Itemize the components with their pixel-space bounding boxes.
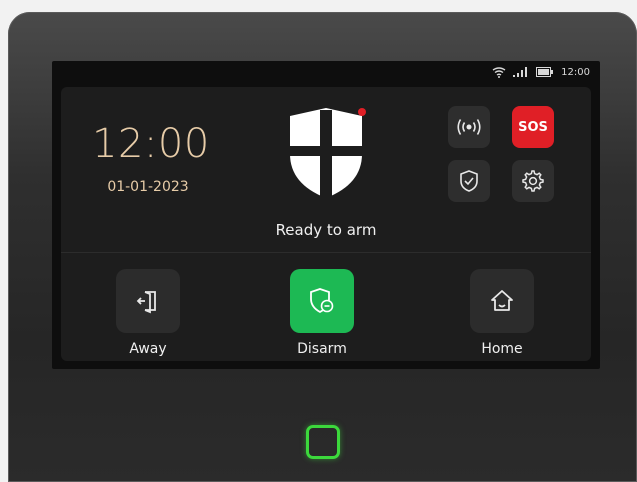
disarm-mode-button[interactable] <box>290 269 354 333</box>
status-time: 12:00 <box>561 66 590 78</box>
sos-button[interactable]: SOS <box>512 106 554 148</box>
wireless-button[interactable] <box>448 106 490 148</box>
settings-button[interactable] <box>512 160 554 202</box>
status-bar: 12:00 <box>492 65 590 79</box>
home-mode-button[interactable] <box>470 269 534 333</box>
panel-divider <box>61 252 591 253</box>
disarm-shield-icon <box>310 288 334 314</box>
system-status: Ready to arm <box>275 221 377 239</box>
home-mode-label: Home <box>481 341 523 357</box>
disarm-mode-label: Disarm <box>297 341 347 357</box>
away-mode-label: Away <box>129 341 167 357</box>
nfc-card-reader[interactable] <box>306 425 340 459</box>
alert-dot <box>358 108 366 116</box>
wifi-icon <box>492 66 506 78</box>
shield-button[interactable] <box>448 160 490 202</box>
signal-icon <box>513 67 528 77</box>
gear-icon <box>522 170 544 192</box>
away-icon <box>136 291 156 314</box>
touch-screen: 12:00 12:00 01-01-2023 Ready to arm SOS <box>52 61 600 369</box>
away-mode-button[interactable] <box>116 269 180 333</box>
clock-date: 01-01-2023 <box>107 179 189 195</box>
shield-check-icon <box>460 170 478 192</box>
battery-icon <box>536 67 554 77</box>
security-shield-icon <box>290 108 366 198</box>
wireless-icon <box>457 119 481 135</box>
clock-time: 12:00 <box>92 121 210 167</box>
home-icon <box>491 290 513 311</box>
